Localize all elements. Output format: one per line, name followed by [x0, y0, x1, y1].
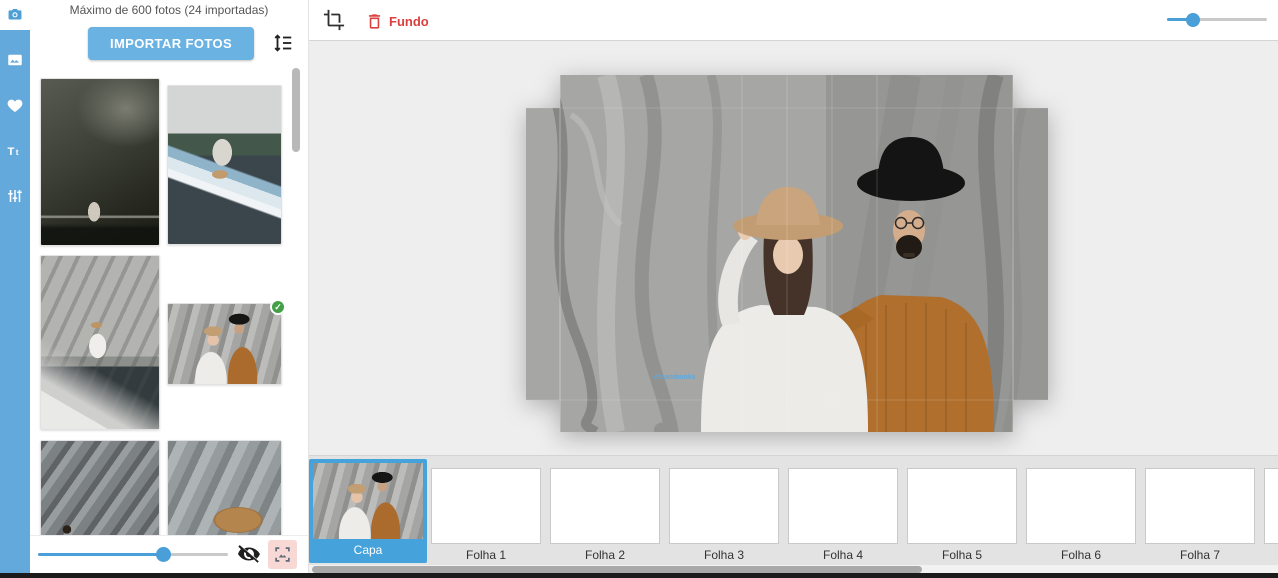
design-canvas[interactable]: dreambooks: [309, 41, 1278, 455]
delete-background-button[interactable]: Fundo: [365, 8, 429, 34]
page-label: Folha 6: [1026, 548, 1136, 562]
page-tile-folha-6[interactable]: [1026, 468, 1136, 544]
photo-thumbnail-woman-hat-closeup[interactable]: [167, 440, 282, 535]
image-placeholder-icon: [274, 546, 291, 563]
page-tile-folha-7[interactable]: [1145, 468, 1255, 544]
hide-used-photos-button[interactable]: [236, 542, 262, 568]
sort-lines-icon: [272, 32, 294, 54]
photo-thumbnail-woman-leaning-from-boat[interactable]: [167, 85, 282, 245]
pages-filmstrip: Capa Folha 1 Folha 2 Folha 3 Folha 4 Fol…: [309, 455, 1278, 565]
sidebar-item-favorites[interactable]: [0, 91, 30, 121]
page-tile-partial-next[interactable]: [1264, 468, 1278, 544]
photo-thumbnail-couple-by-striped-rocks[interactable]: [40, 440, 160, 535]
heart-icon: [6, 97, 24, 115]
editor-toolbar: Fundo: [309, 0, 1278, 41]
page-label: Folha 7: [1145, 548, 1255, 562]
eye-off-icon: [237, 542, 261, 566]
page-label: Folha 2: [550, 548, 660, 562]
page-label: Folha 1: [431, 548, 541, 562]
page-tile-folha-4[interactable]: [788, 468, 898, 544]
sliders-icon: [6, 187, 24, 205]
canvas-zoom-slider[interactable]: [1167, 18, 1267, 21]
text-icon: T t: [6, 142, 24, 160]
photos-panel-scrollbar[interactable]: [292, 68, 300, 152]
capa-thumbnail: [313, 463, 423, 539]
watermark-text: dreambooks: [654, 374, 696, 381]
page-label: Capa: [309, 543, 427, 557]
page-tile-folha-2[interactable]: [550, 468, 660, 544]
photo-thumbnail-cliff-with-woman[interactable]: [40, 78, 160, 246]
sort-photos-button[interactable]: [270, 31, 296, 57]
svg-text:T: T: [8, 146, 15, 158]
window-bottom-edge: [0, 573, 1278, 578]
photo-used-check-icon: ✓: [270, 299, 286, 315]
crop-button[interactable]: [321, 8, 347, 34]
page-label: Folha 4: [788, 548, 898, 562]
camera-icon: [6, 6, 24, 24]
autofill-placeholder-button[interactable]: [268, 540, 297, 569]
page-tile-folha-1[interactable]: [431, 468, 541, 544]
photos-panel-footer: [30, 535, 308, 573]
photo-thumbnail-couple-marble-wall[interactable]: ✓: [167, 303, 282, 385]
cover-spread-artwork: dreambooks: [526, 75, 1048, 432]
page-label: Folha 5: [907, 548, 1017, 562]
thumbnail-size-slider[interactable]: [38, 553, 228, 556]
photo-limit-text: Máximo de 600 fotos (24 importadas): [30, 3, 308, 17]
delete-background-label: Fundo: [389, 14, 429, 29]
editor-main-area: Fundo: [308, 0, 1278, 573]
photos-panel: Máximo de 600 fotos (24 importadas) IMPO…: [30, 0, 308, 573]
sidebar-item-adjustments[interactable]: [0, 181, 30, 211]
filmstrip-scrollbar-track: [309, 565, 1278, 573]
crop-icon: [323, 9, 345, 31]
image-icon: [6, 51, 24, 69]
sidebar-item-backgrounds[interactable]: [0, 45, 30, 75]
cover-spread[interactable]: dreambooks: [526, 75, 1048, 432]
import-photos-button[interactable]: IMPORTAR FOTOS: [88, 27, 254, 60]
sidebar-item-photos[interactable]: [0, 0, 30, 30]
sidebar-item-text[interactable]: T t: [0, 136, 30, 166]
photo-thumbnail-grid: ✓: [30, 70, 308, 535]
trash-icon: [365, 12, 384, 31]
page-tile-capa-selected[interactable]: Capa: [309, 459, 427, 563]
page-label: Folha 3: [669, 548, 779, 562]
page-tile-folha-3[interactable]: [669, 468, 779, 544]
photo-thumbnail-woman-on-white-boat-bow[interactable]: [40, 255, 160, 430]
page-tile-folha-5[interactable]: [907, 468, 1017, 544]
filmstrip-scrollbar-thumb[interactable]: [312, 566, 922, 573]
svg-text:t: t: [16, 148, 19, 157]
icon-rail: T t: [0, 0, 30, 573]
